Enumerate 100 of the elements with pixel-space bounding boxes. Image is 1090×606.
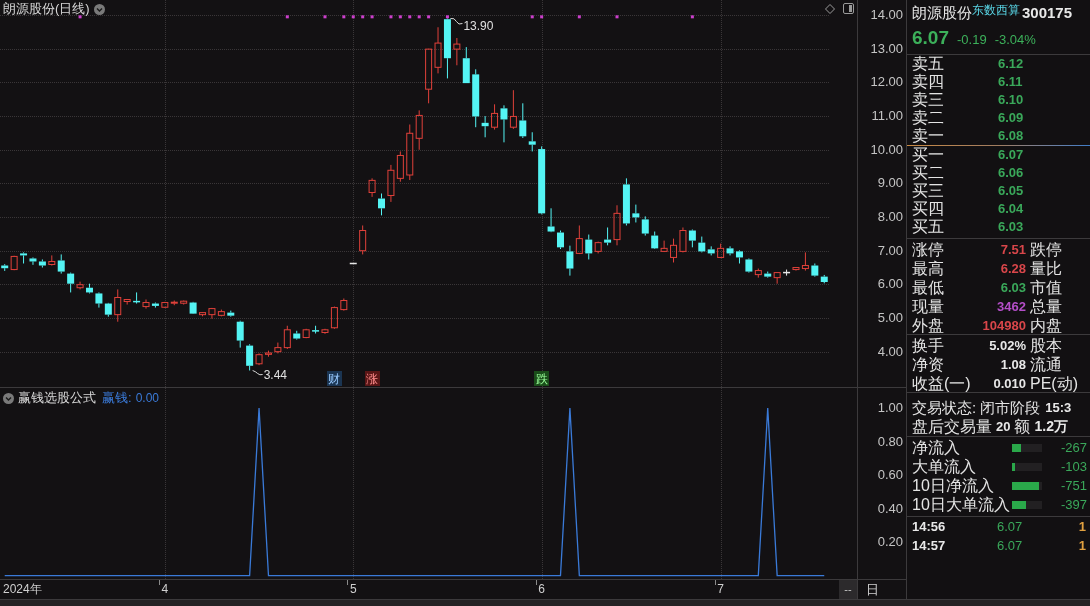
stat-value: 7.51 <box>1000 241 1026 259</box>
axis-corner-button[interactable]: -- <box>839 580 857 599</box>
candlestick <box>236 320 244 349</box>
book-price: 6.03 <box>998 218 1024 236</box>
series-label: 赢钱: <box>102 390 132 406</box>
high-price-label: 13.90 <box>449 17 494 33</box>
price-change: -0.19 <box>957 32 987 48</box>
signal-marker <box>351 15 355 19</box>
stat-value: 6.28 <box>1000 260 1026 278</box>
axis-label: 5 <box>349 582 357 597</box>
annotation: 13.90 <box>463 18 494 33</box>
book-label: 卖五 <box>912 55 945 73</box>
signal-marker <box>427 15 431 19</box>
signal-marker <box>389 15 393 19</box>
axis-label: 1.00 <box>877 400 903 416</box>
axis-tick <box>536 580 537 585</box>
axis-label: 0.20 <box>877 534 903 550</box>
stat-label: 外盘 <box>912 316 944 335</box>
stat-label: PE(动) <box>1030 374 1078 393</box>
flow-value: -397 <box>1060 496 1087 514</box>
tick-volume: 1 <box>1078 537 1086 555</box>
book-price: 6.09 <box>998 109 1024 127</box>
axis-label: 0.60 <box>877 467 903 483</box>
after-hours-volume: 20 <box>996 418 1011 436</box>
candlestick <box>349 262 357 265</box>
signal-marker <box>408 15 412 19</box>
stat-label: 收益(一) <box>912 374 971 393</box>
stat-value: 0.010 <box>993 375 1026 393</box>
chart-title: 朗源股份(日线) <box>3 1 90 17</box>
concept-tag: 东数西算 <box>972 3 1020 17</box>
axis-label: 4 <box>161 582 169 597</box>
stat-label: 跌停 <box>1030 240 1062 259</box>
tick-time: 14:57 <box>912 537 947 555</box>
book-price: 6.06 <box>998 164 1024 182</box>
signal-marker <box>342 15 346 19</box>
axis-label: 8.00 <box>877 209 903 225</box>
stat-label: 换手 <box>912 336 944 355</box>
signal-marker <box>615 15 619 19</box>
candlestick <box>86 283 93 294</box>
event-tag[interactable]: 财 <box>326 371 342 386</box>
book-label: 卖二 <box>912 109 945 127</box>
book-label: 买一 <box>912 146 945 164</box>
flow-label: 大单流入 <box>912 457 977 476</box>
flow-value: -267 <box>1060 439 1087 457</box>
axis-tick <box>347 580 348 585</box>
amount-label: 额 <box>1014 417 1031 436</box>
book-label: 卖四 <box>912 73 945 91</box>
book-price: 6.04 <box>998 200 1024 218</box>
percent-change: -3.04% <box>994 32 1036 48</box>
signal-marker <box>323 15 327 19</box>
book-label: 卖三 <box>912 91 945 109</box>
axis-label: 7 <box>717 582 724 597</box>
series-value: 0.00 <box>135 390 159 406</box>
chevron-circle-icon[interactable] <box>3 392 14 404</box>
diamond-icon[interactable] <box>825 3 835 14</box>
status-label: 交易状态: <box>912 398 977 417</box>
stat-value: 3462 <box>997 298 1026 316</box>
period-button[interactable]: 日 <box>866 581 879 598</box>
axis-label: 6.00 <box>877 276 903 292</box>
stat-value: 5.02% <box>989 337 1026 355</box>
indicator-title: 赢钱选股公式 <box>18 390 96 406</box>
stock-code: 300175 <box>1022 3 1073 23</box>
stat-label: 最低 <box>912 278 944 297</box>
book-price: 6.11 <box>998 73 1023 91</box>
signal-marker <box>577 15 581 19</box>
stat-value: 104980 <box>982 317 1026 335</box>
flow-value: -103 <box>1060 458 1087 476</box>
book-label: 卖一 <box>912 127 945 145</box>
signal-marker <box>690 15 694 19</box>
candlestick <box>557 230 564 250</box>
flow-value: -751 <box>1060 477 1087 495</box>
chevron-circle-icon[interactable] <box>93 3 105 15</box>
book-label: 买三 <box>912 182 945 200</box>
book-price: 6.08 <box>998 127 1024 145</box>
axis-label: 0.40 <box>877 500 903 516</box>
tick-price: 6.07 <box>997 537 1023 555</box>
year-label: 2024年 <box>3 582 42 597</box>
annotation: 3.44 <box>263 367 288 382</box>
axis-label: 11.00 <box>871 108 903 124</box>
axis-label: 9.00 <box>877 175 903 191</box>
book-label: 买五 <box>912 218 945 236</box>
status-time: 15:3 <box>1045 399 1072 417</box>
stat-label: 最高 <box>912 259 944 278</box>
panel-toggle-icon[interactable] <box>843 3 854 14</box>
signal-marker <box>417 15 421 19</box>
book-price: 6.12 <box>998 55 1024 73</box>
stat-label: 量比 <box>1030 259 1062 278</box>
axis-tick <box>715 580 716 585</box>
stat-label: 净资 <box>912 355 944 374</box>
after-hours-amount: 1.2万 <box>1034 417 1068 436</box>
candlestick <box>340 298 348 312</box>
flow-label: 10日净流入 <box>912 476 995 495</box>
signal-marker <box>285 15 289 19</box>
axis-label: 5.00 <box>877 310 903 325</box>
event-tag[interactable]: 跌 <box>534 371 550 386</box>
signal-marker <box>530 15 534 19</box>
axis-tick <box>159 580 160 585</box>
axis-label: 6 <box>538 582 545 597</box>
event-tag[interactable]: 涨 <box>364 371 380 386</box>
stock-name: 朗源股份 <box>912 3 972 23</box>
